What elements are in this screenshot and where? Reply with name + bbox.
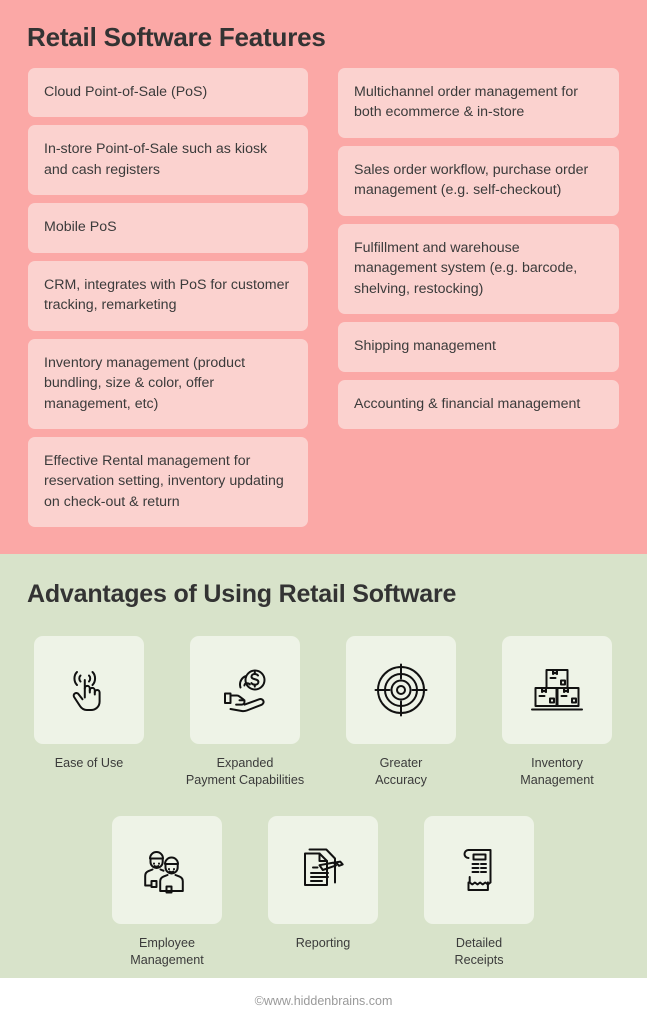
advantage-icon-tile [502, 636, 612, 744]
advantage-item-ease-of-use: Ease of Use [19, 636, 159, 772]
feature-card: Inventory management (product bundling, … [28, 338, 308, 429]
features-left-column: Cloud Point-of-Sale (PoS) In-store Point… [28, 68, 308, 535]
feature-card: In-store Point-of-Sale such as kiosk and… [28, 125, 308, 196]
two-employees-icon [139, 844, 195, 896]
advantage-label: Expanded Payment Capabilities [185, 756, 305, 788]
advantage-label: Greater Accuracy [375, 756, 427, 788]
retail-software-features-section: Retail Software Features Cloud Point-of-… [0, 0, 647, 554]
advantage-icon-tile [424, 816, 534, 924]
advantage-item-detailed-receipts: Detailed Receipts [409, 816, 549, 969]
advantage-item-expanded-payment-capabilities: Expanded Payment Capabilities [175, 636, 315, 789]
tap-hand-icon [63, 664, 115, 716]
advantage-icon-tile [268, 816, 378, 924]
advantages-section: Advantages of Using Retail Software Ease… [0, 554, 647, 978]
stacked-boxes-icon [529, 664, 585, 716]
target-icon [374, 663, 428, 717]
feature-card: Sales order workflow, purchase order man… [338, 145, 619, 216]
advantage-item-reporting: Reporting [253, 816, 393, 952]
advantage-item-employee-management: Employee Management [97, 816, 237, 969]
feature-card: Fulfillment and warehouse management sys… [338, 223, 619, 315]
advantage-item-greater-accuracy: Greater Accuracy [331, 636, 471, 789]
advantage-item-inventory-management: Inventory Management [487, 636, 627, 789]
footer-copyright-text: ©www.hiddenbrains.com [254, 994, 393, 1008]
advantage-icon-tile [34, 636, 144, 744]
feature-card: Mobile PoS [28, 203, 308, 253]
advantage-label: Detailed Receipts [454, 936, 504, 968]
hand-holding-coin-icon [217, 664, 273, 716]
feature-card: Shipping management [338, 322, 619, 372]
advantage-label: Employee Management [130, 936, 204, 968]
advantages-grid: Ease of Use Expanded Payment Capabilitie… [0, 554, 647, 978]
feature-card: Cloud Point-of-Sale (PoS) [28, 68, 308, 118]
features-right-column: Multichannel order management for both e… [338, 68, 619, 437]
feature-card: CRM, integrates with PoS for customer tr… [28, 260, 308, 331]
feature-card: Accounting & financial management [338, 379, 619, 429]
receipt-icon [455, 843, 503, 897]
advantage-icon-tile [346, 636, 456, 744]
document-pencil-icon [297, 843, 349, 897]
feature-card: Multichannel order management for both e… [338, 68, 619, 138]
features-section-title: Retail Software Features [27, 22, 326, 52]
advantage-icon-tile [112, 816, 222, 924]
feature-card: Effective Rental management for reservat… [28, 436, 308, 528]
infographic-page: Retail Software Features Cloud Point-of-… [0, 0, 647, 1024]
advantage-label: Reporting [295, 936, 351, 950]
advantage-label: Inventory Management [520, 756, 594, 788]
advantage-label: Ease of Use [54, 756, 124, 770]
advantage-icon-tile [190, 636, 300, 744]
footer-bar: ©www.hiddenbrains.com [0, 978, 647, 1024]
